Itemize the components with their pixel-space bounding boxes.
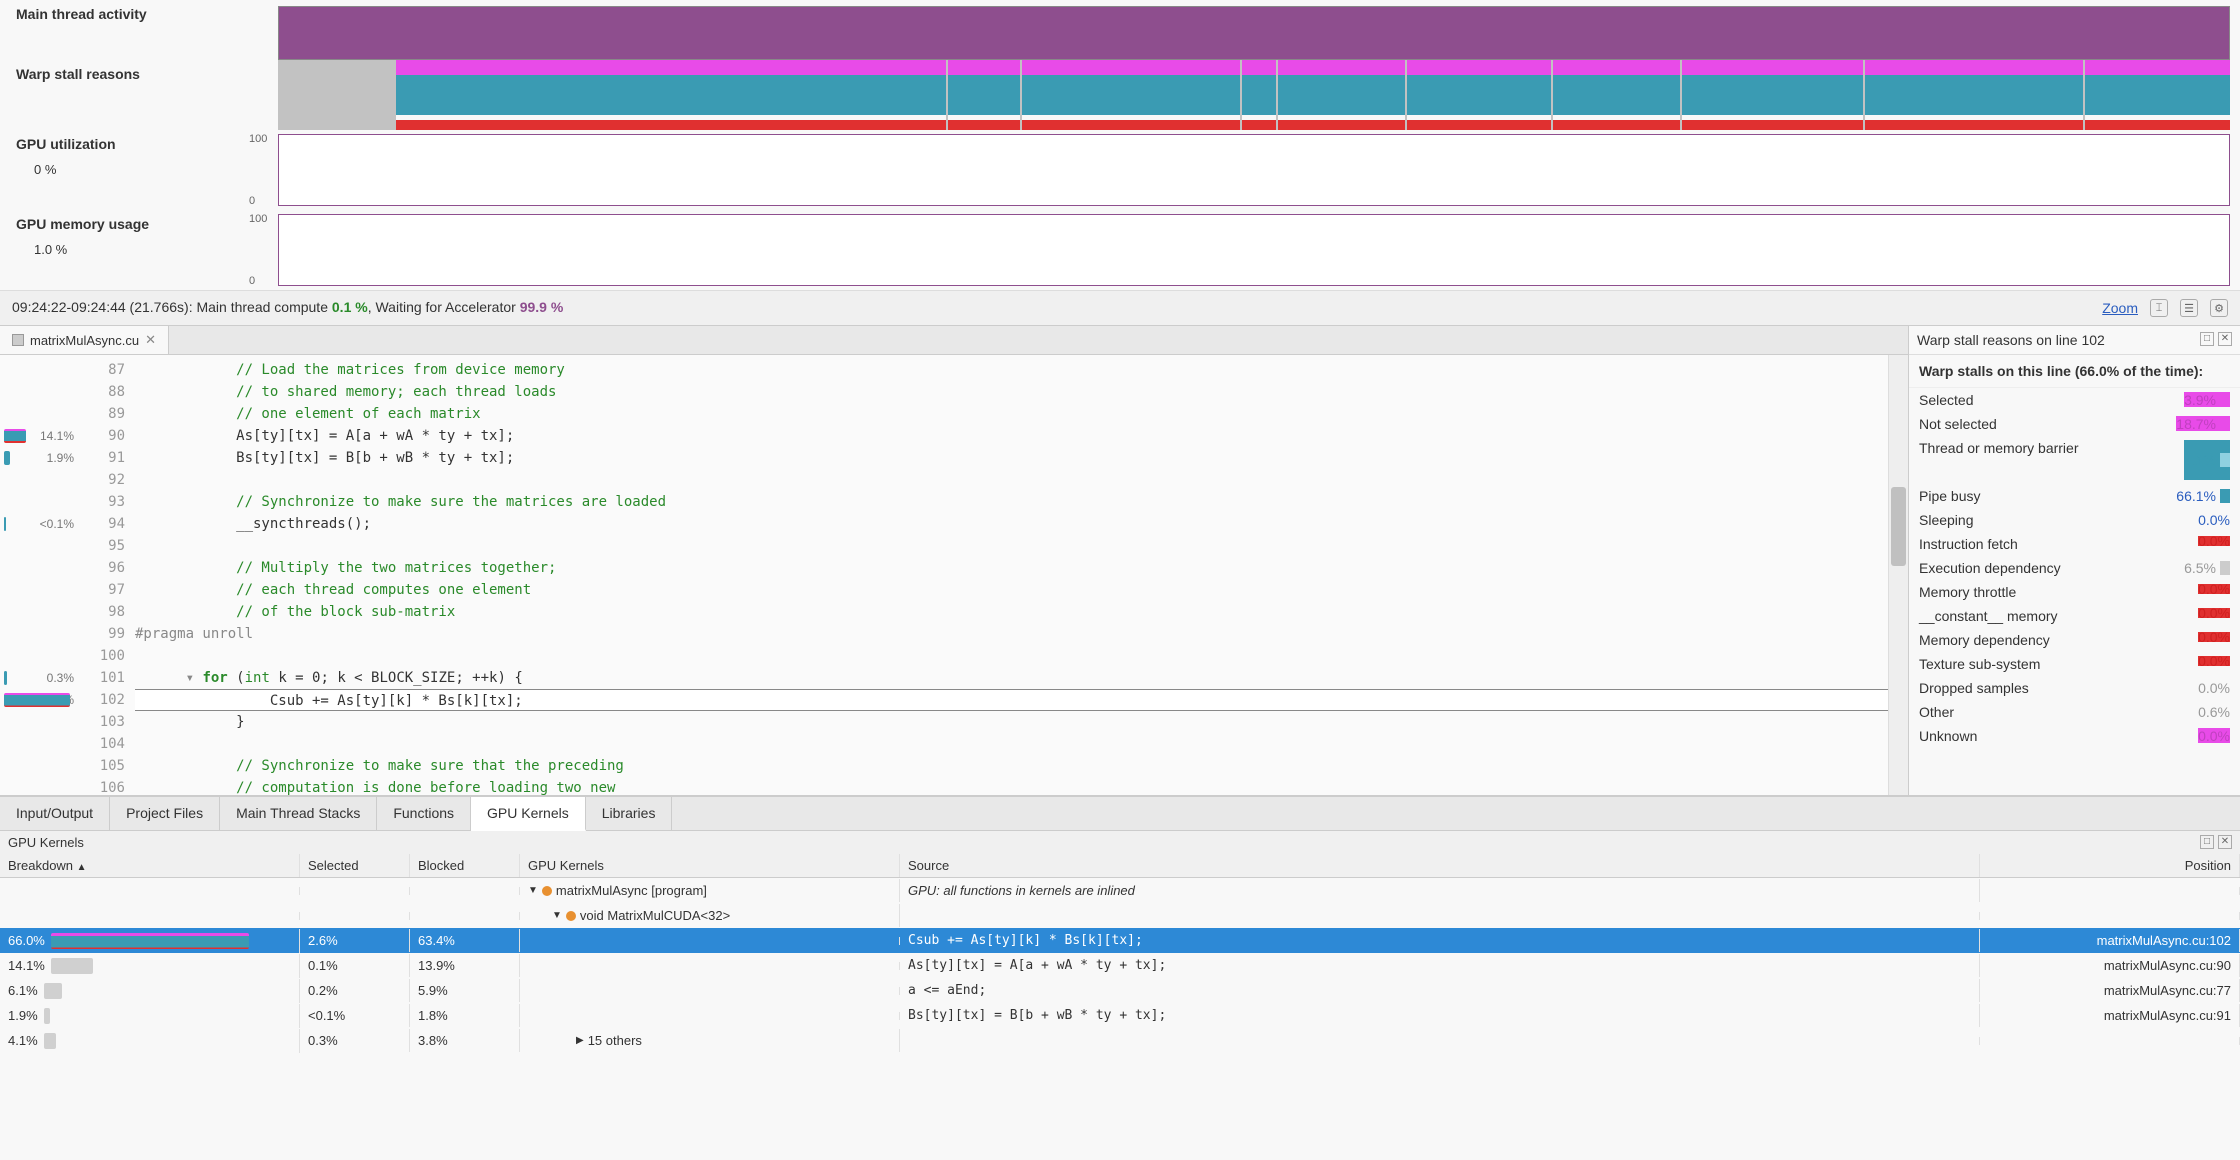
scrollbar[interactable] <box>1888 355 1908 795</box>
stall-row: __constant__ memory0.0% <box>1909 604 2240 628</box>
gpu-util-value: 0 % <box>34 162 268 177</box>
col-position[interactable]: Position <box>1980 854 2240 877</box>
stall-row: Thread or memory barrier4.1% <box>1909 436 2240 484</box>
table-row[interactable]: 66.0% 2.6% 63.4% Csub += As[ty][k] * Bs[… <box>0 928 2240 953</box>
stall-row: Texture sub-system0.0% <box>1909 652 2240 676</box>
stall-row: Instruction fetch0.0% <box>1909 532 2240 556</box>
bottom-panel-title: GPU Kernels <box>8 835 84 850</box>
zoom-link[interactable]: Zoom <box>2102 300 2138 316</box>
gpu-mem-track[interactable]: 100 0 <box>278 214 2230 286</box>
stall-panel-header: Warp stall reasons on line 102 <box>1917 332 2105 348</box>
stall-row: Unknown0.0% <box>1909 724 2240 748</box>
main-thread-track[interactable] <box>278 0 2240 60</box>
gpu-mem-value: 1.0 % <box>34 242 268 257</box>
stall-row: Dropped samples0.0% <box>1909 676 2240 700</box>
col-breakdown[interactable]: Breakdown ▲ <box>0 854 300 877</box>
stall-row: Sleeping0.0% <box>1909 508 2240 532</box>
col-selected[interactable]: Selected <box>300 854 410 877</box>
col-kernels[interactable]: GPU Kernels <box>520 854 900 877</box>
tab-libraries[interactable]: Libraries <box>586 797 673 830</box>
stall-row: Memory throttle0.0% <box>1909 580 2240 604</box>
tab-input-output[interactable]: Input/Output <box>0 797 110 830</box>
selected-line[interactable]: Csub += As[ty][k] * Bs[k][tx]; <box>135 689 1888 711</box>
gpu-util-track[interactable]: 100 0 <box>278 134 2230 206</box>
gutter: 14.1% 1.9% <0.1% 0.3% 66.0% <box>0 355 80 795</box>
table-row[interactable]: ▼matrixMulAsync [program] GPU: all funct… <box>0 878 2240 903</box>
list-icon[interactable]: ☰ <box>2180 299 2198 317</box>
source-tab[interactable]: matrixMulAsync.cu ✕ <box>0 326 169 354</box>
line-numbers: 8788899091929394959697989910010110210310… <box>80 355 135 795</box>
status-text: 09:24:22-09:24:44 (21.766s): Main thread… <box>12 299 563 317</box>
tab-gpu-kernels[interactable]: GPU Kernels <box>471 797 586 831</box>
table-row[interactable]: ▼void MatrixMulCUDA<32> <box>0 903 2240 928</box>
gpu-mem-label: GPU memory usage 1.0 % <box>0 210 278 290</box>
close-icon[interactable]: ✕ <box>2218 835 2232 849</box>
warp-stall-track[interactable] <box>278 60 2240 130</box>
tab-project-files[interactable]: Project Files <box>110 797 220 830</box>
col-blocked[interactable]: Blocked <box>410 854 520 877</box>
gpu-kernels-table[interactable]: Breakdown ▲ Selected Blocked GPU Kernels… <box>0 854 2240 1053</box>
maximize-icon[interactable]: □ <box>2200 835 2214 849</box>
stall-row: Pipe busy66.1% <box>1909 484 2240 508</box>
main-thread-label: Main thread activity <box>0 0 278 60</box>
maximize-icon[interactable]: □ <box>2200 332 2214 346</box>
stall-panel-title: Warp stalls on this line (66.0% of the t… <box>1909 355 2240 388</box>
stall-row: Other0.6% <box>1909 700 2240 724</box>
source-filename: matrixMulAsync.cu <box>30 333 139 348</box>
table-row[interactable]: 14.1% 0.1% 13.9% As[ty][tx] = A[a + wA *… <box>0 953 2240 978</box>
stall-row: Memory dependency0.0% <box>1909 628 2240 652</box>
table-row[interactable]: 6.1% 0.2% 5.9% a <= aEnd; matrixMulAsync… <box>0 978 2240 1003</box>
cursor-icon[interactable]: ⌶ <box>2150 299 2168 317</box>
file-icon <box>12 334 24 346</box>
table-row[interactable]: 1.9% <0.1% 1.8% Bs[ty][tx] = B[b + wB * … <box>0 1003 2240 1028</box>
close-icon[interactable]: ✕ <box>145 332 156 348</box>
tab-functions[interactable]: Functions <box>377 797 471 830</box>
table-row[interactable]: 4.1% 0.3% 3.8% ▶15 others <box>0 1028 2240 1053</box>
stall-row: Selected3.9% <box>1909 388 2240 412</box>
col-source[interactable]: Source <box>900 854 1980 877</box>
gpu-util-label: GPU utilization 0 % <box>0 130 278 210</box>
gear-icon[interactable]: ⚙ <box>2210 299 2228 317</box>
close-panel-icon[interactable]: ✕ <box>2218 332 2232 346</box>
source-code[interactable]: // Load the matrices from device memory … <box>135 355 1888 795</box>
stall-row: Execution dependency6.5% <box>1909 556 2240 580</box>
tab-main-thread-stacks[interactable]: Main Thread Stacks <box>220 797 377 830</box>
warp-stall-label: Warp stall reasons <box>0 60 278 130</box>
stall-row: Not selected18.7% <box>1909 412 2240 436</box>
